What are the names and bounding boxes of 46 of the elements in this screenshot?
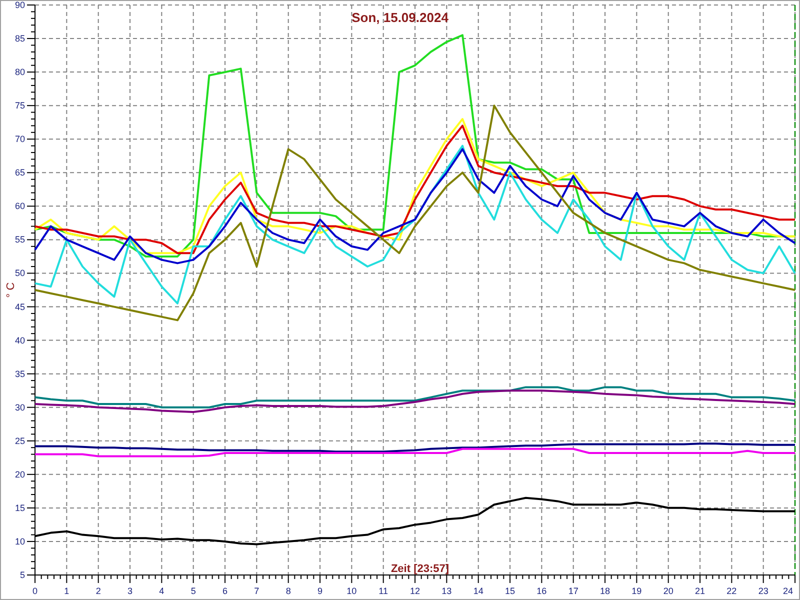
axis-tick-label: 23 — [758, 586, 768, 596]
axis-tick-label: 3 — [128, 586, 132, 596]
axis-tick-label: 20 — [663, 586, 674, 596]
axis-tick-label: 14 — [473, 586, 484, 596]
axis-tick-label: 7 — [254, 586, 260, 596]
axis-tick-label: 4 — [159, 586, 164, 596]
axis-tick-label: 60 — [14, 201, 25, 212]
axis-tick-label: 90 — [14, 1, 25, 10]
axis-tick-label: 80 — [14, 67, 25, 78]
axis-tick-label: 5 — [190, 586, 196, 596]
axis-tick-label: 10 — [346, 586, 357, 596]
axis-tick-label: 2 — [96, 586, 101, 596]
axis-tick-label: 5 — [20, 570, 25, 580]
axis-tick-label: 12 — [410, 586, 420, 596]
axis-tick-label: 6 — [222, 586, 228, 596]
axis-tick-label: 55 — [14, 234, 25, 245]
axis-tick-label: 0 — [32, 586, 38, 596]
axis-tick-label: 24 — [783, 586, 793, 596]
axis-tick-label: 16 — [536, 586, 547, 596]
axis-tick-label: 40 — [14, 335, 25, 346]
axis-tick-label: 18 — [600, 586, 610, 596]
axis-tick-label: 15 — [14, 502, 25, 513]
axis-tick-label: 17 — [568, 586, 578, 596]
axis-tick-label: 9 — [318, 586, 322, 596]
axis-tick-label: 22 — [726, 586, 737, 596]
axis-tick-label: 45 — [14, 302, 25, 312]
axis-tick-label: 1 — [64, 586, 70, 596]
axis-tick-label: 20 — [14, 469, 25, 480]
axis-tick-label: 85 — [14, 34, 25, 44]
axis-tick-label: 70 — [14, 134, 25, 144]
axis-tick-label: 35 — [14, 368, 25, 379]
axis-tick-label: 65 — [14, 168, 25, 178]
axis-tick-label: 10 — [14, 536, 25, 546]
axis-tick-label: 50 — [14, 268, 25, 278]
chart-title: Son, 15.09.2024 — [352, 10, 448, 25]
axis-tick-label: 8 — [286, 586, 291, 596]
axis-tick-label: 13 — [442, 586, 452, 596]
axis-tick-label: 19 — [632, 586, 642, 596]
axis-tick-label: 21 — [695, 586, 705, 596]
axis-tick-label: 15 — [505, 586, 515, 596]
axis-tick-label: 25 — [14, 436, 25, 446]
y-axis-label: ° C — [5, 282, 17, 298]
axis-tick-label: 30 — [14, 402, 25, 412]
axis-tick-label: 11 — [378, 586, 388, 596]
x-axis-label: Zeit [23:57] — [390, 563, 450, 575]
axis-tick-label: 75 — [14, 100, 25, 111]
